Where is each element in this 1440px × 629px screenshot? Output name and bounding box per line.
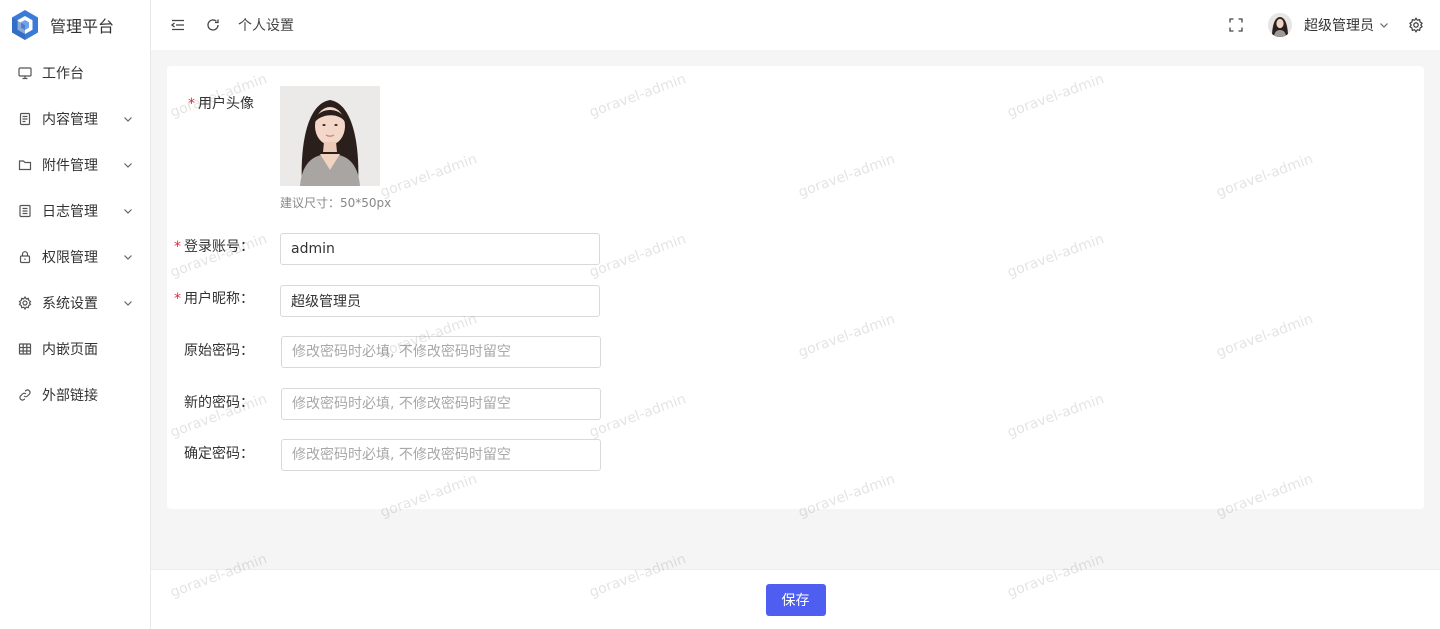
footer-bar: 保存 xyxy=(151,569,1440,629)
list-icon xyxy=(17,203,33,219)
sidebar-item-label: 外部链接 xyxy=(42,388,98,404)
profile-form-card: * 用户头像 建议尺寸：50*50px * 登录账号： admin * 用户昵称… xyxy=(167,66,1424,509)
nickname-label: 用户昵称： xyxy=(184,291,254,307)
form-row-confirm-password: 确定密码： xyxy=(167,439,601,471)
old-password-input[interactable] xyxy=(281,336,601,368)
required-marker: * xyxy=(174,291,181,307)
sidebar-item-label: 内容管理 xyxy=(42,112,98,128)
monitor-icon xyxy=(17,65,33,81)
avatar-image xyxy=(280,86,380,186)
form-row-account: * 登录账号： admin xyxy=(167,233,600,265)
user-avatar[interactable] xyxy=(1268,13,1292,37)
new-password-label: 新的密码： xyxy=(184,395,254,411)
sidebar-item-workbench[interactable]: 工作台 xyxy=(0,50,150,96)
settings-icon[interactable] xyxy=(1406,15,1426,35)
sidebar-item-attachments[interactable]: 附件管理 xyxy=(0,142,150,188)
page-title: 个人设置 xyxy=(238,18,294,34)
account-input[interactable]: admin xyxy=(280,233,600,265)
form-row-nickname: * 用户昵称： 超级管理员 xyxy=(167,285,600,317)
table-icon xyxy=(17,341,33,357)
link-icon xyxy=(17,387,33,403)
refresh-icon[interactable] xyxy=(203,15,223,35)
logo[interactable]: 管理平台 xyxy=(0,0,150,50)
sidebar-item-content[interactable]: 内容管理 xyxy=(0,96,150,142)
sidebar-menu: 工作台 内容管理 附件管理 日志管理 权限管理 系统设置 内嵌页面 外部链接 xyxy=(0,50,150,418)
sidebar-item-label: 工作台 xyxy=(42,66,84,82)
fullscreen-icon[interactable] xyxy=(1226,15,1246,35)
save-button[interactable]: 保存 xyxy=(765,583,826,616)
user-name[interactable]: 超级管理员 xyxy=(1304,15,1374,35)
chevron-down-icon xyxy=(122,297,134,309)
chevron-down-icon[interactable] xyxy=(1378,19,1390,31)
required-marker: * xyxy=(174,239,181,255)
new-password-input[interactable] xyxy=(281,388,601,420)
old-password-label: 原始密码： xyxy=(184,343,254,359)
sidebar-item-label: 系统设置 xyxy=(42,296,98,312)
sidebar-item-logs[interactable]: 日志管理 xyxy=(0,188,150,234)
confirm-password-input[interactable] xyxy=(281,439,601,471)
sidebar-item-permissions[interactable]: 权限管理 xyxy=(0,234,150,280)
account-label: 登录账号： xyxy=(184,239,254,255)
sidebar-item-label: 内嵌页面 xyxy=(42,342,98,358)
chevron-down-icon xyxy=(122,159,134,171)
required-marker: * xyxy=(188,96,195,112)
chevron-down-icon xyxy=(122,251,134,263)
avatar-size-hint: 建议尺寸：50*50px xyxy=(280,196,392,210)
folder-icon xyxy=(17,157,33,173)
sidebar-item-external-link[interactable]: 外部链接 xyxy=(0,372,150,418)
chevron-down-icon xyxy=(122,205,134,217)
sidebar-item-embedded-page[interactable]: 内嵌页面 xyxy=(0,326,150,372)
sidebar-item-label: 日志管理 xyxy=(42,204,98,220)
form-row-old-password: 原始密码： xyxy=(167,336,601,368)
logo-icon xyxy=(10,9,40,41)
nickname-input[interactable]: 超级管理员 xyxy=(280,285,600,317)
avatar-label: 用户头像 xyxy=(198,96,254,112)
chevron-down-icon xyxy=(122,113,134,125)
sidebar-item-label: 附件管理 xyxy=(42,158,98,174)
sidebar-item-system-settings[interactable]: 系统设置 xyxy=(0,280,150,326)
document-icon xyxy=(17,111,33,127)
gear-icon xyxy=(17,295,33,311)
lock-icon xyxy=(17,249,33,265)
menu-fold-icon[interactable] xyxy=(168,15,188,35)
sidebar: 管理平台 工作台 内容管理 附件管理 日志管理 权限管理 系统设置 内嵌页面 外… xyxy=(0,0,151,629)
sidebar-item-label: 权限管理 xyxy=(42,250,98,266)
confirm-password-label: 确定密码： xyxy=(184,446,254,462)
app-title: 管理平台 xyxy=(50,17,115,36)
top-header: 个人设置 超级管理员 xyxy=(151,0,1440,50)
form-row-new-password: 新的密码： xyxy=(167,388,601,420)
avatar-upload[interactable] xyxy=(280,86,380,186)
form-row-avatar: * 用户头像 建议尺寸：50*50px xyxy=(167,86,392,211)
